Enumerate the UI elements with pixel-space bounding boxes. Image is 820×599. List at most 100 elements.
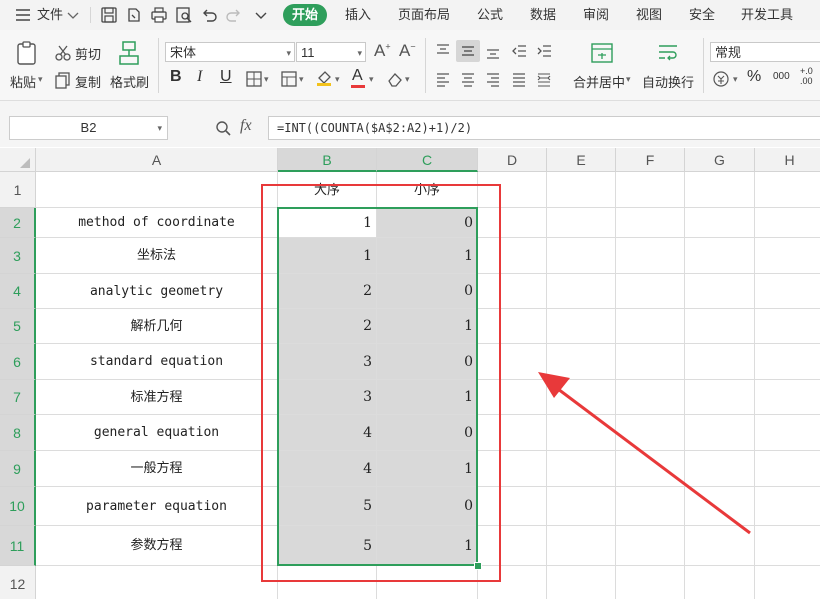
- cell-b12[interactable]: [278, 566, 377, 599]
- column-header-a[interactable]: A: [36, 148, 278, 172]
- cell-g1[interactable]: [685, 172, 755, 208]
- align-left-icon[interactable]: [434, 70, 452, 88]
- increase-decimal-button[interactable]: +.0: [800, 66, 813, 76]
- fill-handle[interactable]: [474, 562, 482, 570]
- cell-d1[interactable]: [478, 172, 547, 208]
- cell-g2[interactable]: [685, 208, 755, 238]
- redo-icon[interactable]: [225, 6, 243, 24]
- cell-f12[interactable]: [616, 566, 685, 599]
- row-header-10[interactable]: 10: [0, 487, 36, 526]
- cell-a1[interactable]: [36, 172, 278, 208]
- cell-e3[interactable]: [547, 238, 616, 274]
- formula-input[interactable]: =INT((COUNTA($A$2:A2)+1)/2): [268, 116, 820, 140]
- tab-home[interactable]: 开始: [283, 4, 327, 26]
- row-header-4[interactable]: 4: [0, 274, 36, 309]
- tab-developer[interactable]: 开发工具: [741, 0, 793, 30]
- copy-button[interactable]: 复制: [75, 72, 101, 91]
- cell-f3[interactable]: [616, 238, 685, 274]
- cell-a6[interactable]: standard equation: [36, 344, 278, 380]
- cell-g4[interactable]: [685, 274, 755, 309]
- cell-b1[interactable]: 大序: [278, 172, 377, 208]
- cell-h1[interactable]: [755, 172, 820, 208]
- clear-format-icon[interactable]: [386, 70, 404, 88]
- cell-a4[interactable]: analytic geometry: [36, 274, 278, 309]
- cell-h3[interactable]: [755, 238, 820, 274]
- cell-c1[interactable]: 小序: [377, 172, 478, 208]
- chevron-down-icon[interactable]: ▾: [299, 74, 304, 85]
- row-header-9[interactable]: 9: [0, 451, 36, 487]
- percent-button[interactable]: %: [747, 68, 761, 86]
- insert-function-button[interactable]: fx: [240, 117, 252, 135]
- cell-h12[interactable]: [755, 566, 820, 599]
- cell-d5[interactable]: [478, 309, 547, 344]
- thousands-separator-button[interactable]: 000: [773, 71, 790, 82]
- print-preview-icon[interactable]: [175, 6, 193, 24]
- fill-color-icon[interactable]: [315, 69, 333, 87]
- cell-c6[interactable]: 0: [377, 344, 478, 380]
- cut-button[interactable]: 剪切: [75, 44, 101, 63]
- cell-f1[interactable]: [616, 172, 685, 208]
- cell-a11[interactable]: 参数方程: [36, 526, 278, 566]
- paste-button[interactable]: 粘贴: [10, 72, 36, 91]
- cell-h5[interactable]: [755, 309, 820, 344]
- row-header-6[interactable]: 6: [0, 344, 36, 380]
- customize-toolbar-icon[interactable]: [252, 6, 270, 24]
- borders-icon[interactable]: [245, 70, 263, 88]
- cell-b10[interactable]: 5: [278, 487, 377, 526]
- font-name-select[interactable]: 宋体 ▾: [165, 42, 295, 62]
- cell-c4[interactable]: 0: [377, 274, 478, 309]
- chevron-down-icon[interactable]: ▾: [335, 74, 340, 85]
- cell-f5[interactable]: [616, 309, 685, 344]
- cell-c5[interactable]: 1: [377, 309, 478, 344]
- tab-review[interactable]: 审阅: [583, 0, 609, 30]
- column-header-d[interactable]: D: [478, 148, 547, 172]
- font-size-select[interactable]: 11 ▾: [296, 42, 366, 62]
- row-header-11[interactable]: 11: [0, 526, 36, 566]
- cell-d4[interactable]: [478, 274, 547, 309]
- align-middle-icon[interactable]: [456, 40, 480, 62]
- bold-icon[interactable]: B: [170, 68, 182, 86]
- cell-a8[interactable]: general equation: [36, 415, 278, 451]
- cell-b5[interactable]: 2: [278, 309, 377, 344]
- convert-icon[interactable]: [125, 6, 143, 24]
- wrap-text-icon[interactable]: [656, 42, 680, 64]
- cell-g5[interactable]: [685, 309, 755, 344]
- name-box[interactable]: B2 ▾: [9, 116, 168, 140]
- cell-b3[interactable]: 1: [278, 238, 377, 274]
- row-header-7[interactable]: 7: [0, 380, 36, 415]
- chevron-down-icon[interactable]: ▾: [369, 74, 374, 85]
- cell-c10[interactable]: 0: [377, 487, 478, 526]
- align-right-icon[interactable]: [484, 70, 502, 88]
- cell-e1[interactable]: [547, 172, 616, 208]
- column-header-f[interactable]: F: [616, 148, 685, 172]
- chevron-down-icon[interactable]: ▾: [264, 74, 269, 85]
- undo-icon[interactable]: [200, 6, 218, 24]
- increase-indent-icon[interactable]: [535, 42, 553, 60]
- hamburger-menu-icon[interactable]: [14, 6, 32, 24]
- cell-c3[interactable]: 1: [377, 238, 478, 274]
- cell-f2[interactable]: [616, 208, 685, 238]
- chevron-down-icon[interactable]: ▾: [733, 74, 738, 85]
- cell-a3[interactable]: 坐标法: [36, 238, 278, 274]
- cell-a10[interactable]: parameter equation: [36, 487, 278, 526]
- column-header-h[interactable]: H: [755, 148, 820, 172]
- tab-view[interactable]: 视图: [636, 0, 662, 30]
- copy-icon[interactable]: [54, 71, 72, 89]
- cell-f4[interactable]: [616, 274, 685, 309]
- cell-a5[interactable]: 解析几何: [36, 309, 278, 344]
- cell-e12[interactable]: [547, 566, 616, 599]
- format-painter-icon[interactable]: [117, 40, 141, 66]
- underline-icon[interactable]: U: [220, 68, 232, 86]
- cell-b4[interactable]: 2: [278, 274, 377, 309]
- tab-page-layout[interactable]: 页面布局: [398, 0, 450, 30]
- cell-style-icon[interactable]: [280, 70, 298, 88]
- row-header-1[interactable]: 1: [0, 172, 36, 208]
- cell-b6[interactable]: 3: [278, 344, 377, 380]
- row-header-5[interactable]: 5: [0, 309, 36, 344]
- currency-icon[interactable]: [712, 70, 730, 88]
- cell-b8[interactable]: 4: [278, 415, 377, 451]
- cell-c11[interactable]: 1: [377, 526, 478, 566]
- align-top-icon[interactable]: [434, 42, 452, 60]
- merge-center-icon[interactable]: [590, 42, 614, 64]
- decrease-font-size-icon[interactable]: A−: [399, 41, 416, 61]
